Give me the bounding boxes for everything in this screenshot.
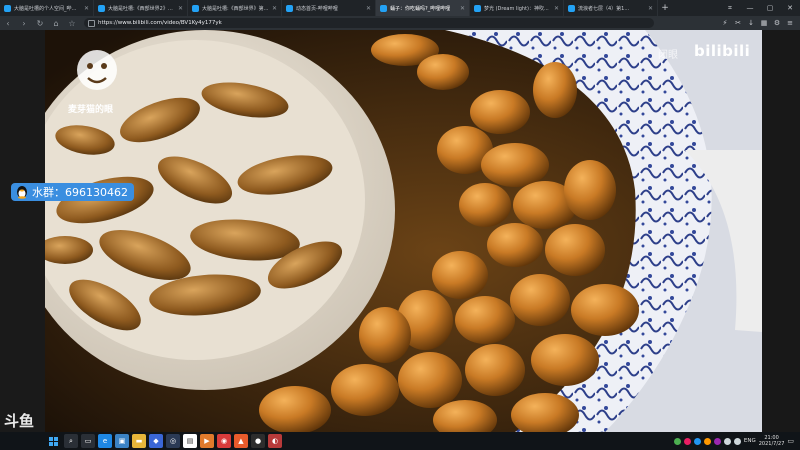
close-icon[interactable]: ✕ bbox=[84, 5, 89, 12]
tab-1[interactable]: 大脑是吐槽:《西部世界2》第... ✕ bbox=[94, 0, 188, 16]
address-bar[interactable]: https://www.bilibili.com/video/BV1Ky4y17… bbox=[84, 18, 654, 28]
extension-icon[interactable]: ⚡ bbox=[721, 19, 729, 27]
tab-5[interactable]: 梦光 (Dream light)：神吹... ✕ bbox=[470, 0, 564, 16]
new-tab-icon[interactable]: + bbox=[658, 3, 672, 13]
browser-app-icon[interactable]: e bbox=[98, 434, 112, 448]
close-icon[interactable]: ✕ bbox=[648, 5, 653, 12]
back-icon[interactable]: ‹ bbox=[0, 19, 16, 28]
tab-2[interactable]: 大脑是吐槽:《西部世界》第... ✕ bbox=[188, 0, 282, 16]
windows-start-icon[interactable] bbox=[44, 432, 62, 450]
tab-favicon-icon bbox=[192, 4, 199, 12]
tray-icon-4[interactable] bbox=[703, 437, 711, 445]
tab-3[interactable]: 动态首页-哔哩哔哩 ✕ bbox=[282, 0, 376, 16]
tab-label: 动态首页-哔哩哔哩 bbox=[296, 5, 338, 12]
input-language[interactable]: ENG bbox=[744, 438, 756, 444]
uploader-logo-text: 麦芽猫的眼 bbox=[68, 105, 114, 115]
search-icon[interactable]: ⌕ bbox=[64, 434, 78, 448]
video-frame bbox=[45, 30, 762, 432]
close-icon[interactable]: ✕ bbox=[272, 5, 277, 12]
close-icon[interactable]: ✕ bbox=[460, 5, 465, 12]
tab-favicon-icon bbox=[474, 4, 481, 12]
tray-icon-5[interactable] bbox=[713, 437, 721, 445]
browser-tab-strip: 大脑是吐槽的个人空间_哔哩哔哩 ✕ 大脑是吐槽:《西部世界2》第... ✕ 大脑是吐… bbox=[0, 0, 800, 16]
app-icon-1[interactable]: ◆ bbox=[149, 434, 163, 448]
forward-icon[interactable]: › bbox=[16, 19, 32, 28]
screenshot-icon[interactable]: ✂ bbox=[734, 19, 742, 27]
clock-date: 2021/7/27 bbox=[758, 441, 785, 447]
close-icon[interactable]: ✕ bbox=[178, 5, 183, 12]
app-icon-4[interactable]: ◉ bbox=[217, 434, 231, 448]
system-clock[interactable]: 21:00 2021/7/27 bbox=[759, 435, 785, 447]
tray-icon-1[interactable] bbox=[673, 437, 681, 445]
system-tray: ENG 21:00 2021/7/27 ▭ bbox=[673, 435, 800, 447]
menu-icon[interactable]: ≡ bbox=[786, 19, 794, 27]
bilibili-logo: bilibili bbox=[694, 42, 751, 60]
tab-label: 蛹子：你吃蛹吗?_哔哩哔哩 bbox=[390, 5, 451, 12]
left-margin bbox=[0, 30, 45, 432]
settings-icon[interactable]: ⚙ bbox=[773, 19, 781, 27]
close-icon[interactable]: ✕ bbox=[554, 5, 559, 12]
tab-label: 大脑是吐槽:《西部世界2》第... bbox=[108, 5, 175, 12]
qq-group-badge: 水群：696130462 bbox=[11, 183, 134, 201]
close-icon[interactable]: ✕ bbox=[366, 5, 371, 12]
windows-taskbar: ⌕ ▭ e ▣ ▬ ◆ ◎ ▤ ▶ ◉ ▲ ● ◐ ENG 21:00 2021… bbox=[0, 432, 800, 450]
tab-favicon-icon bbox=[4, 4, 11, 12]
toolbar-extensions: ⚡ ✂ ↓ ▦ ⚙ ≡ bbox=[721, 19, 800, 27]
tab-6[interactable]: 流浪者七层（4）第1... ✕ bbox=[564, 0, 658, 16]
store-app-icon[interactable]: ▣ bbox=[115, 434, 129, 448]
download-icon[interactable]: ↓ bbox=[747, 19, 755, 27]
page-content: 麦芽猫的眼 闭眼 bilibili 水群：696130462 斗鱼 DOUYU.… bbox=[0, 30, 800, 438]
network-icon[interactable] bbox=[723, 437, 731, 445]
tab-favicon-icon bbox=[380, 4, 387, 12]
tab-favicon-icon bbox=[286, 4, 293, 12]
right-margin bbox=[762, 30, 800, 432]
qq-penguin-icon bbox=[17, 186, 27, 199]
steam-app-icon[interactable]: ◎ bbox=[166, 434, 180, 448]
maximize-icon[interactable]: ▢ bbox=[760, 0, 780, 16]
window-controls: ⌗ — ▢ ✕ bbox=[720, 0, 800, 16]
tray-icon-2[interactable] bbox=[683, 437, 691, 445]
tab-4-active[interactable]: 蛹子：你吃蛹吗?_哔哩哔哩 ✕ bbox=[376, 0, 470, 16]
tab-favicon-icon bbox=[568, 4, 575, 12]
apps-grid-icon[interactable]: ▦ bbox=[760, 19, 768, 27]
qq-group-text: 水群：696130462 bbox=[32, 186, 128, 199]
lock-icon bbox=[88, 19, 95, 27]
reload-icon[interactable]: ↻ bbox=[32, 19, 48, 28]
app-icon-7[interactable]: ◐ bbox=[268, 434, 282, 448]
app-icon-5[interactable]: ▲ bbox=[234, 434, 248, 448]
pin-icon[interactable]: ⌗ bbox=[720, 0, 740, 16]
app-icon-6[interactable]: ● bbox=[251, 434, 265, 448]
app-icon-3[interactable]: ▶ bbox=[200, 434, 214, 448]
folder-app-icon[interactable]: ▬ bbox=[132, 434, 146, 448]
home-icon[interactable]: ⌂ bbox=[48, 19, 64, 28]
tab-0[interactable]: 大脑是吐槽的个人空间_哔哩哔哩 ✕ bbox=[0, 0, 94, 16]
tray-icon-3[interactable] bbox=[693, 437, 701, 445]
taskbar-apps: ⌕ ▭ e ▣ ▬ ◆ ◎ ▤ ▶ ◉ ▲ ● ◐ bbox=[64, 434, 282, 448]
tab-label: 大脑是吐槽:《西部世界》第... bbox=[202, 5, 269, 12]
notification-icon[interactable]: ▭ bbox=[787, 437, 794, 445]
browser-toolbar: ‹ › ↻ ⌂ ☆ https://www.bilibili.com/video… bbox=[0, 16, 800, 30]
tab-label: 梦光 (Dream light)：神吹... bbox=[484, 5, 549, 12]
window-close-icon[interactable]: ✕ bbox=[780, 0, 800, 16]
bilibili-uploader-tag: 闭眼 bbox=[658, 50, 678, 61]
tab-favicon-icon bbox=[98, 4, 105, 12]
star-icon[interactable]: ☆ bbox=[64, 19, 80, 28]
volume-icon[interactable] bbox=[733, 437, 741, 445]
tab-label: 大脑是吐槽的个人空间_哔哩哔哩 bbox=[14, 5, 81, 12]
minimize-icon[interactable]: — bbox=[740, 0, 760, 16]
task-view-icon[interactable]: ▭ bbox=[81, 434, 95, 448]
video-player[interactable]: 麦芽猫的眼 闭眼 bilibili bbox=[45, 30, 762, 432]
tab-label: 流浪者七层（4）第1... bbox=[578, 5, 630, 12]
app-icon-2[interactable]: ▤ bbox=[183, 434, 197, 448]
url-text: https://www.bilibili.com/video/BV1Ky4y17… bbox=[98, 20, 222, 26]
